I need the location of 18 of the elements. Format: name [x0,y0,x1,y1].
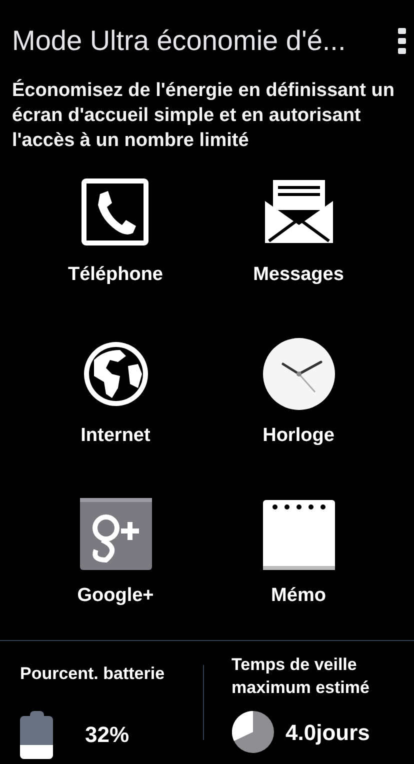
battery-label: Pourcent. batterie [20,663,166,685]
app-label[interactable]: Messages [253,261,344,290]
standby-time: 4.0jours [286,718,370,747]
description-text: Économisez de l'énergie en définissant un écran d'accueil simple et en autorisant l'accès à un nombre limité [11,78,396,153]
battery-icon [20,710,53,758]
app-label[interactable]: Mémo [271,582,326,610]
app-label[interactable]: Internet [80,422,150,450]
screen-title: Mode Ultra économie d'é... [12,24,346,58]
standby-label: Temps de veille maximum estimé [232,654,370,699]
app-label[interactable]: Google+ [77,582,154,610]
battery-percentage: 32% [85,721,130,749]
pie-icon [232,711,274,753]
app-label[interactable]: Téléphone [68,261,163,290]
plus-icon[interactable] [80,498,152,570]
notepad-icon[interactable] [262,498,334,570]
more-options-icon[interactable] [398,28,406,54]
clock-icon[interactable] [262,338,334,410]
app-label[interactable]: Horloge [262,422,334,450]
